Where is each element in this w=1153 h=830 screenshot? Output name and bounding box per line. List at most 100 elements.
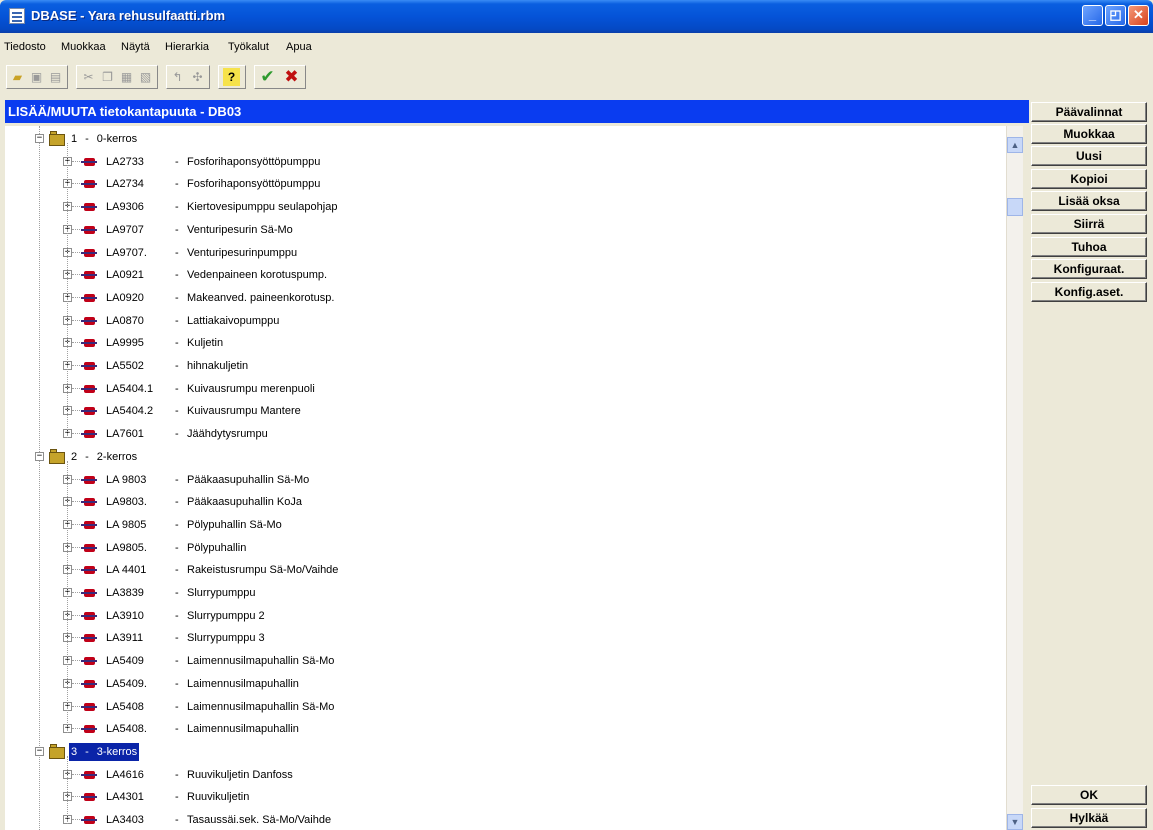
title-bar[interactable]: DBASE - Yara rehusulfaatti.rbm _ ◰ ✕ xyxy=(0,0,1153,33)
item-separator: - xyxy=(175,791,179,804)
paavalinnat-button[interactable]: Päävalinnat xyxy=(1031,102,1147,122)
confirm-tool-group: ✔ ✖ xyxy=(254,65,306,89)
muokkaa-button[interactable]: Muokkaa xyxy=(1031,124,1147,144)
scroll-thumb[interactable] xyxy=(1007,198,1023,216)
menu-nayta[interactable]: Näytä xyxy=(121,41,150,53)
item-code: LA4616 xyxy=(106,768,144,781)
item-code: LA 9805 xyxy=(106,518,147,531)
tree-group-label[interactable]: 2-2-kerros xyxy=(69,448,139,466)
open-folder-icon[interactable]: ▰ xyxy=(9,68,26,86)
tree-item-row[interactable]: + LA5408. - Laimennusilmapuhallin xyxy=(5,720,605,738)
tree-item-row[interactable]: + LA4301- Ruuvikuljetin xyxy=(5,788,605,806)
tree-item-row[interactable]: + LA2733- Fosforihaponsyöttöpumppu xyxy=(5,153,605,171)
tree-item-row[interactable]: + LA9306- Kiertovesipumppu seulapohjap xyxy=(5,198,605,216)
siirra-button[interactable]: Siirrä xyxy=(1031,214,1147,234)
tree-item-row[interactable]: + LA9707- Venturipesurin Sä-Mo xyxy=(5,221,605,239)
tree-item-row[interactable]: + LA3910- Slurrypumppu 2 xyxy=(5,607,605,625)
cancel-icon[interactable]: ✖ xyxy=(283,68,300,86)
undo-icon[interactable]: ↰ xyxy=(169,68,186,86)
scroll-down-button[interactable]: ▼ xyxy=(1007,814,1023,830)
tree-item-row[interactable]: + LA2734- Fosforihaponsyöttöpumppu xyxy=(5,175,605,193)
tree-item-row[interactable]: + LA0870- Lattiakaivopumppu xyxy=(5,312,605,330)
tree-group-label[interactable]: 3-3-kerros xyxy=(69,742,140,761)
ok-button[interactable]: OK xyxy=(1031,785,1147,805)
tree-item-row[interactable]: + LA 9803- Pääkaasupuhallin Sä-Mo xyxy=(5,471,605,489)
pump-stripe-shape xyxy=(81,796,97,799)
tree-group-row[interactable]: − 2-2-kerros xyxy=(5,448,405,466)
tree-icon[interactable]: ✣ xyxy=(189,68,206,86)
tree-item-row[interactable]: + LA4616- Ruuvikuljetin Danfoss xyxy=(5,766,605,784)
database-tree[interactable]: − 1-0-kerros + LA2733- Fosforihaponsyöttöpum… xyxy=(5,126,1006,830)
item-name: Fosforihaponsyöttöpumppu xyxy=(187,178,321,191)
menu-hierarkia[interactable]: Hierarkia xyxy=(165,41,209,53)
uusi-button[interactable]: Uusi xyxy=(1031,146,1147,166)
item-separator: - xyxy=(175,178,179,191)
tree-item-row[interactable]: + LA9707. - Venturipesurinpumppu xyxy=(5,244,605,262)
menu-apua[interactable]: Apua xyxy=(286,41,312,53)
item-separator: - xyxy=(175,223,179,236)
lisaa-oksa-button[interactable]: Lisää oksa xyxy=(1031,191,1147,211)
minimize-button[interactable]: _ xyxy=(1082,5,1103,26)
pump-stripe-shape xyxy=(81,365,97,367)
item-name: Jäähdytysrumpu xyxy=(187,428,268,441)
konfiguraat-button[interactable]: Konfiguraat. xyxy=(1031,259,1147,279)
menu-tyokalut[interactable]: Työkalut xyxy=(228,41,269,53)
konfig-aset-button[interactable]: Konfig.aset. xyxy=(1031,282,1147,302)
tree-item-row[interactable]: + LA0920- Makeanved. paineenkorotusp. xyxy=(5,289,605,307)
pump-stripe-shape xyxy=(81,296,97,299)
tree-item-row[interactable]: + LA3403- Tasaussäi.sek. Sä-Mo/Vaihde xyxy=(5,811,605,829)
collapse-toggle[interactable]: − xyxy=(35,451,44,461)
accept-icon[interactable]: ✔ xyxy=(259,68,276,86)
tree-item-row[interactable]: + LA5408- Laimennusilmapuhallin Sä-Mo xyxy=(5,698,605,716)
kopioi-button[interactable]: Kopioi xyxy=(1031,169,1147,189)
window-title: DBASE - Yara rehusulfaatti.rbm xyxy=(31,8,226,23)
group-label: 3-kerros xyxy=(96,745,138,758)
tree-item-row[interactable]: + LA5404.1- Kuivausrumpu merenpuoli xyxy=(5,380,605,398)
tree-connector xyxy=(72,501,80,503)
tree-connector xyxy=(72,546,80,548)
tree-item-row[interactable]: + LA 9805- Pölypuhallin Sä-Mo xyxy=(5,516,605,534)
paste-special-icon[interactable]: ▧ xyxy=(137,68,154,86)
cut-icon[interactable]: ✂ xyxy=(80,68,97,86)
tree-group-row[interactable]: − 1-0-kerros xyxy=(5,130,405,148)
edit-tool-group: ✂ ❐ ▦ ▧ xyxy=(76,65,158,89)
tree-item-row[interactable]: + LA5409- Laimennusilmapuhallin Sä-Mo xyxy=(5,652,605,670)
tree-item-row[interactable]: + LA5502- hihnakuljetin xyxy=(5,357,605,375)
tree-group-label[interactable]: 1-0-kerros xyxy=(69,130,139,148)
building-folder-icon xyxy=(49,743,65,759)
menu-muokkaa[interactable]: Muokkaa xyxy=(61,41,106,53)
item-name: Pölypuhallin Sä-Mo xyxy=(187,518,282,531)
tree-group-row[interactable]: − 3-3-kerros xyxy=(5,742,405,761)
copy-icon[interactable]: ❐ xyxy=(99,68,116,86)
hylkaa-button[interactable]: Hylkää xyxy=(1031,808,1147,828)
scroll-up-button[interactable]: ▲ xyxy=(1007,137,1023,153)
tree-item-row[interactable]: + LA9805. - Pölypuhallin xyxy=(5,539,605,557)
vertical-scrollbar[interactable]: ▲ ▼ xyxy=(1006,126,1023,830)
menu-tiedosto[interactable]: Tiedosto xyxy=(4,41,46,53)
item-separator: - xyxy=(175,246,179,259)
close-button[interactable]: ✕ xyxy=(1128,5,1149,26)
pump-icon xyxy=(81,201,97,213)
collapse-toggle[interactable]: − xyxy=(35,746,44,756)
tree-item-row[interactable]: + LA9803. - Pääkaasupuhallin KoJa xyxy=(5,493,605,511)
maximize-button[interactable]: ◰ xyxy=(1105,5,1126,26)
item-separator: - xyxy=(175,723,179,736)
print-icon[interactable]: ▤ xyxy=(47,68,64,86)
paste-icon[interactable]: ▦ xyxy=(118,68,135,86)
folder-body-shape xyxy=(49,451,65,464)
item-separator: - xyxy=(175,700,179,713)
tree-item-row[interactable]: + LA3839- Slurrypumppu xyxy=(5,584,605,602)
item-separator: - xyxy=(175,655,179,668)
tree-item-row[interactable]: + LA7601- Jäähdytysrumpu xyxy=(5,425,605,443)
tree-item-row[interactable]: + LA3911- Slurrypumppu 3 xyxy=(5,629,605,647)
tree-item-row[interactable]: + LA5404.2- Kuivausrumpu Mantere xyxy=(5,402,605,420)
tree-item-row[interactable]: + LA 4401- Rakeistusrumpu Sä-Mo/Vaihde xyxy=(5,561,605,579)
tree-item-row[interactable]: + LA9995- Kuljetin xyxy=(5,334,605,352)
save-icon[interactable]: ▣ xyxy=(28,68,45,86)
tree-item-row[interactable]: + LA0921- Vedenpaineen korotuspump. xyxy=(5,266,605,284)
help-icon[interactable]: ? xyxy=(223,68,240,86)
tuhoa-button[interactable]: Tuhoa xyxy=(1031,237,1147,257)
item-code: LA5409. xyxy=(106,677,147,690)
tree-item-row[interactable]: + LA5409. - Laimennusilmapuhallin xyxy=(5,675,605,693)
collapse-toggle[interactable]: − xyxy=(35,134,44,143)
